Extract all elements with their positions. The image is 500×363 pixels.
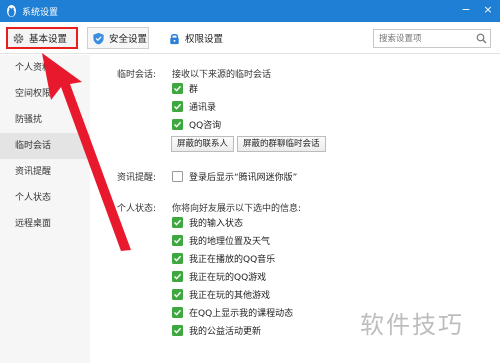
tab-basic-settings[interactable]: 基本设置 [6, 27, 78, 49]
checkbox-checked-icon [172, 83, 183, 94]
sidebar-item-space-permission[interactable]: 空间权限 [0, 81, 90, 107]
checkbox-label: QQ咨询 [189, 121, 222, 131]
settings-toolbar: 基本设置 安全设置 权限设置 [0, 22, 500, 54]
checkbox-checked-icon [172, 235, 183, 246]
sidebar-item-remote-desktop[interactable]: 远程桌面 [0, 211, 90, 237]
checkbox-label: 我正在播放的QQ音乐 [189, 255, 276, 265]
shield-icon [93, 32, 104, 45]
qq-penguin-icon [7, 5, 16, 17]
sidebar-item-anti-harassment[interactable]: 防骚扰 [0, 107, 90, 133]
tab-label: 基本设置 [29, 34, 68, 45]
checkbox-label: 我的地理位置及天气 [189, 237, 271, 247]
checkbox-label: 我的输入状态 [189, 219, 244, 229]
checkbox-checked-icon [172, 217, 183, 228]
tab-security-settings[interactable]: 安全设置 [87, 27, 149, 49]
close-button[interactable]: × [480, 2, 496, 18]
title-bar: 系统设置 − × [0, 0, 500, 22]
checkbox-qq-game[interactable]: 我正在玩的QQ游戏 [172, 270, 266, 283]
temp-session-label: 临时会话: [117, 70, 157, 80]
checkbox-qq-consult[interactable]: QQ咨询 [172, 118, 221, 131]
settings-sidebar: 个人资料 空间权限 防骚扰 临时会话 资讯提醒 个人状态 远程桌面 [0, 55, 90, 363]
checkbox-checked-icon [172, 119, 183, 130]
checkbox-label: 我正在玩的其他游戏 [189, 291, 271, 301]
blocked-contacts-button[interactable]: 屏蔽的联系人 [171, 136, 235, 152]
checkbox-label: 登录后显示“腾讯网迷你版” [189, 173, 298, 183]
sidebar-item-profile[interactable]: 个人资料 [0, 55, 90, 81]
search-input[interactable] [374, 30, 472, 47]
checkbox-group-chat[interactable]: 群 [172, 82, 198, 95]
sidebar-item-news-reminder[interactable]: 资讯提醒 [0, 159, 90, 185]
checkbox-label: 在QQ上显示我的课程动态 [189, 309, 294, 319]
lock-icon [170, 33, 179, 44]
checkbox-checked-icon [172, 307, 183, 318]
personal-status-label: 个人状态: [117, 204, 157, 214]
checkbox-tencent-mini[interactable]: 登录后显示“腾讯网迷你版” [172, 170, 297, 183]
sidebar-item-temp-session[interactable]: 临时会话 [0, 133, 90, 159]
gear-icon [13, 33, 24, 43]
personal-status-desc: 你将向好友展示以下选中的信息: [172, 204, 302, 214]
checkbox-checked-icon [172, 325, 183, 336]
minimize-button[interactable]: − [458, 2, 474, 18]
checkbox-input-status[interactable]: 我的输入状态 [172, 216, 243, 229]
checkbox-label: 群 [189, 85, 199, 95]
search-icon[interactable] [476, 33, 487, 44]
checkbox-contacts[interactable]: 通讯录 [172, 100, 216, 113]
blocked-group-temp-session-button[interactable]: 屏蔽的群聊临时会话 [237, 136, 326, 152]
temp-session-desc: 接收以下来源的临时会话 [172, 70, 272, 80]
watermark-text: 软件技巧 [360, 311, 464, 339]
checkbox-unchecked-icon [172, 171, 183, 182]
checkbox-checked-icon [172, 271, 183, 282]
checkbox-charity-updates[interactable]: 我的公益活动更新 [172, 324, 261, 337]
checkbox-checked-icon [172, 101, 183, 112]
checkbox-checked-icon [172, 253, 183, 264]
sidebar-item-personal-status[interactable]: 个人状态 [0, 185, 90, 211]
checkbox-other-game[interactable]: 我正在玩的其他游戏 [172, 288, 270, 301]
window-title: 系统设置 [22, 8, 59, 18]
checkbox-qq-music[interactable]: 我正在播放的QQ音乐 [172, 252, 275, 265]
checkbox-course-dynamics[interactable]: 在QQ上显示我的课程动态 [172, 306, 293, 319]
tab-label: 安全设置 [109, 34, 148, 45]
search-box [373, 29, 491, 48]
checkbox-location-weather[interactable]: 我的地理位置及天气 [172, 234, 270, 247]
checkbox-checked-icon [172, 289, 183, 300]
tab-label: 权限设置 [185, 34, 224, 45]
checkbox-label: 通讯录 [189, 103, 217, 113]
checkbox-label: 我正在玩的QQ游戏 [189, 273, 267, 283]
tab-permission-settings[interactable]: 权限设置 [166, 27, 236, 49]
checkbox-label: 我的公益活动更新 [189, 327, 262, 337]
news-reminder-label: 资讯提醒: [117, 173, 157, 183]
